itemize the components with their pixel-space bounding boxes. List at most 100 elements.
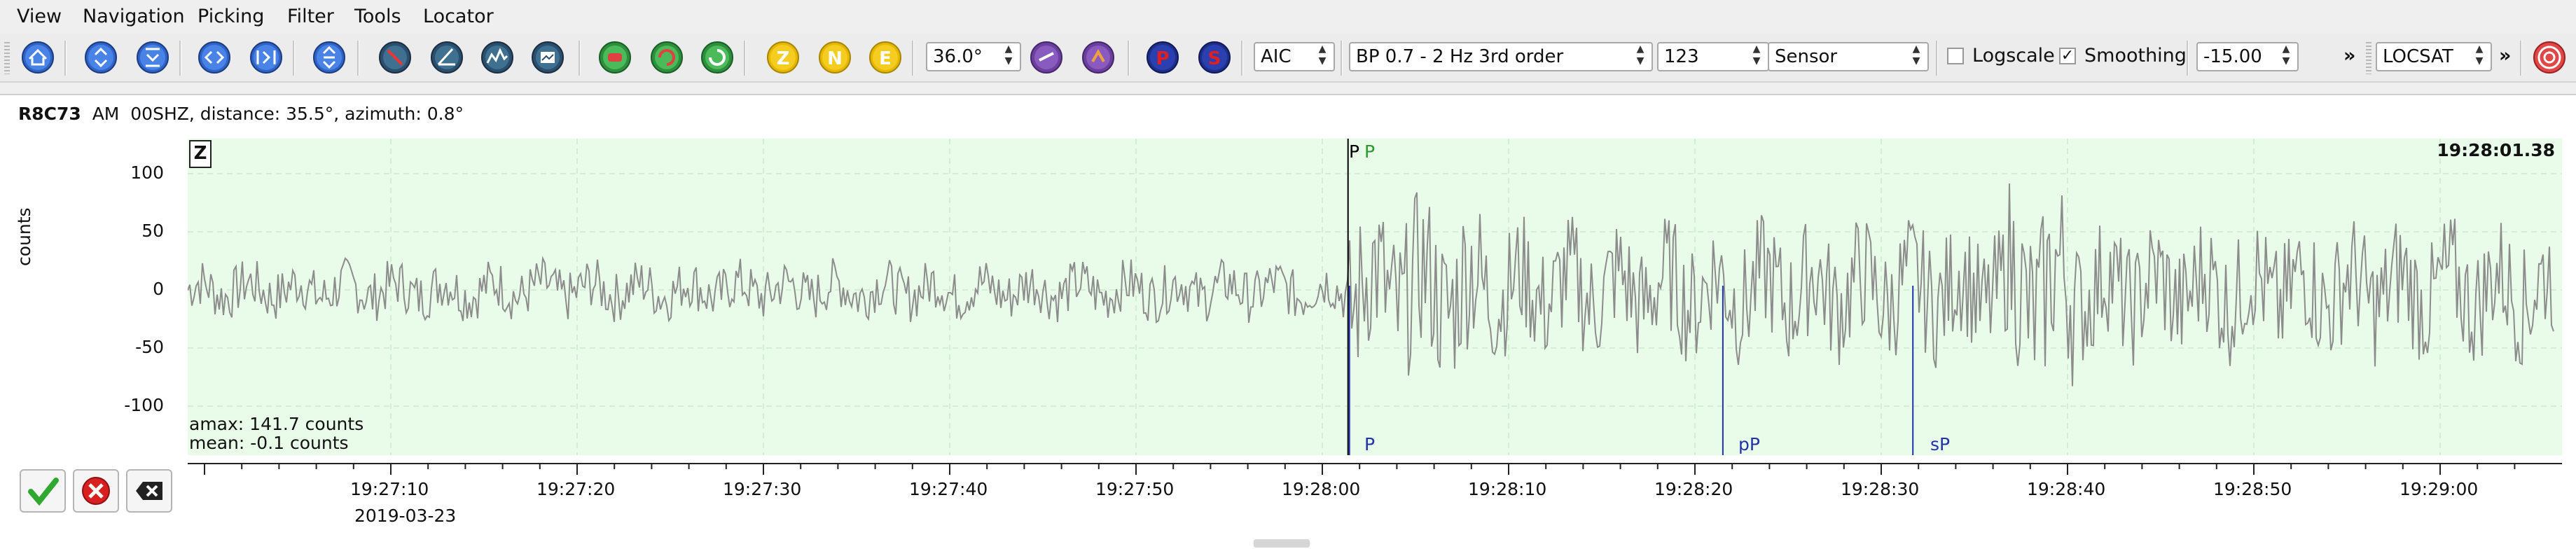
x-tick-label: 19:28:20 (1654, 479, 1733, 499)
y-tick-label: 50 (141, 221, 164, 241)
toolbar-overflow-2[interactable]: » (2499, 43, 2511, 69)
picker-value: AIC (1261, 46, 1292, 67)
toolbar-grip[interactable] (4, 42, 10, 74)
menu-navigation[interactable]: Navigation (80, 4, 188, 29)
component-indicator: Z (189, 140, 212, 168)
smoothing-checkbox[interactable]: ✓ (2059, 48, 2076, 64)
seismogram-plot[interactable] (188, 139, 2562, 455)
menu-tools[interactable]: Tools (352, 4, 404, 29)
component-n-button[interactable]: N (817, 39, 853, 76)
expand-horizontal-icon[interactable] (248, 39, 284, 76)
spin-arrows-icon[interactable]: ▲ ▼ (2279, 43, 2293, 70)
x-tick-label: 19:27:10 (350, 479, 429, 499)
menu-picking[interactable]: Picking (195, 4, 267, 29)
mean-text: mean: -0.1 counts (189, 433, 349, 453)
relocate-icon[interactable] (597, 39, 633, 76)
filter-select[interactable]: BP 0.7 - 2 Hz 3rd order ▲ ▼ (1349, 42, 1653, 71)
toolbar-overflow-1[interactable]: » (2343, 43, 2355, 69)
channel-code: 00SHZ (130, 104, 189, 124)
delete-pick-button[interactable] (126, 469, 172, 513)
menu-bar: View Navigation Picking Filter Tools Loc… (0, 0, 2576, 34)
logscale-checkbox[interactable] (1947, 48, 1964, 64)
x-tick-label: 19:29:00 (2400, 479, 2479, 499)
phase-s-button[interactable]: S (1196, 39, 1233, 76)
svg-text:E: E (879, 48, 892, 69)
pick-label-p-black: P (1349, 141, 1360, 162)
amplitude-spinbox[interactable]: -15.00 ▲ ▼ (2196, 42, 2299, 71)
checkmark-icon (28, 478, 59, 506)
seismogram-svg[interactable] (188, 139, 2562, 455)
x-tick-label: 19:27:40 (909, 479, 988, 499)
date-label: 2019-03-23 (354, 506, 457, 526)
scroll-up-down-icon[interactable] (83, 39, 119, 76)
zoom-angle-value: 36.0° (933, 46, 983, 67)
y-axis-label: counts (14, 207, 34, 266)
y-tick-label: -100 (124, 395, 164, 415)
x-tick-label: 19:27:30 (723, 479, 802, 499)
channel-value: 123 (1664, 46, 1699, 67)
unit-mode-value: Sensor (1775, 46, 1838, 67)
expand-vertical-icon[interactable] (134, 39, 171, 76)
angle-tool-icon[interactable] (429, 39, 465, 76)
station-code: R8C73 (18, 104, 81, 124)
rotate-icon[interactable] (1028, 39, 1065, 76)
x-tick-label: 19:27:50 (1095, 479, 1175, 499)
x-tick-label: 19:27:20 (536, 479, 616, 499)
x-axis (188, 463, 2562, 475)
menu-locator[interactable]: Locator (420, 4, 497, 29)
target-icon[interactable] (2531, 39, 2568, 76)
svg-text:Z: Z (777, 48, 790, 69)
commit-icon[interactable] (649, 39, 685, 76)
menu-filter[interactable]: Filter (284, 4, 337, 29)
distance-azimuth: , distance: 35.5°, azimuth: 0.8° (188, 104, 464, 124)
cursor-time-label: 19:28:01.38 (2437, 140, 2555, 160)
unit-mode-select[interactable]: Sensor ▲ ▼ (1768, 42, 1929, 71)
component-e-button[interactable]: E (867, 39, 903, 76)
splitter-handle[interactable] (1254, 539, 1310, 548)
reject-icon (82, 477, 110, 505)
x-tick-label: 19:28:00 (1282, 479, 1361, 499)
component-z-button[interactable]: Z (761, 36, 807, 81)
combo-arrows-icon: ▲ ▼ (1318, 43, 1327, 67)
picker-select[interactable]: AIC ▲ ▼ (1254, 42, 1335, 71)
menu-view[interactable]: View (14, 4, 64, 29)
svg-text:S: S (1208, 48, 1221, 69)
spin-arrows-icon[interactable]: ▲ ▼ (1002, 43, 1016, 70)
home-icon[interactable] (20, 39, 56, 76)
network-code: AM (92, 104, 120, 124)
amax-text: amax: 141.7 counts (189, 414, 364, 434)
trace-stats: amax: 141.7 counts mean: -0.1 counts (189, 415, 363, 452)
accept-button[interactable] (20, 469, 66, 513)
measure-tool-icon[interactable] (529, 39, 566, 76)
pick-label-p[interactable]: P (1364, 434, 1375, 454)
x-tick-label: 19:28:40 (2027, 479, 2106, 499)
x-tick-label: 19:28:30 (1841, 479, 1920, 499)
x-tick-label: 19:28:10 (1468, 479, 1547, 499)
locator-select[interactable]: LOCSAT ▲ ▼ (2376, 42, 2492, 71)
spin-arrows-icon[interactable]: ▲ ▼ (1750, 43, 1764, 70)
toolbar: Z N E 36.0° ▲ ▼ P S AIC ▲ ▼ BP 0.7 - 2 Hz … (0, 34, 2576, 83)
y-tick-label: -50 (135, 337, 164, 357)
svg-text:P: P (1156, 48, 1169, 69)
reject-button[interactable] (73, 469, 119, 513)
zoom-angle-spinbox[interactable]: 36.0° ▲ ▼ (926, 42, 1021, 71)
svg-text:N: N (827, 48, 843, 69)
pick-tool-icon[interactable] (373, 36, 419, 81)
rotate-reset-icon[interactable] (1080, 39, 1116, 76)
amplitude-value: -15.00 (2203, 46, 2262, 67)
logscale-label: Logscale (1972, 45, 2055, 67)
scroll-left-right-icon[interactable] (196, 39, 233, 76)
pick-label-pp[interactable]: pP (1738, 434, 1760, 454)
refresh-icon[interactable] (699, 39, 735, 76)
spectrum-tool-icon[interactable] (479, 39, 515, 76)
fit-vertical-icon[interactable] (311, 39, 347, 76)
trace-header: R8C73 AM 00SHZ, distance: 35.5°, azimuth… (18, 104, 464, 124)
pick-label-sp[interactable]: sP (1930, 434, 1950, 454)
waveform-trace (188, 183, 2554, 387)
locator-value: LOCSAT (2383, 46, 2453, 67)
combo-arrows-icon: ▲ ▼ (2475, 43, 2484, 67)
phase-p-button[interactable]: P (1144, 39, 1181, 76)
channel-spinbox[interactable]: 123 ▲ ▼ (1657, 42, 1769, 71)
y-tick-label: 100 (130, 162, 164, 183)
x-tick-label: 19:28:50 (2213, 479, 2292, 499)
